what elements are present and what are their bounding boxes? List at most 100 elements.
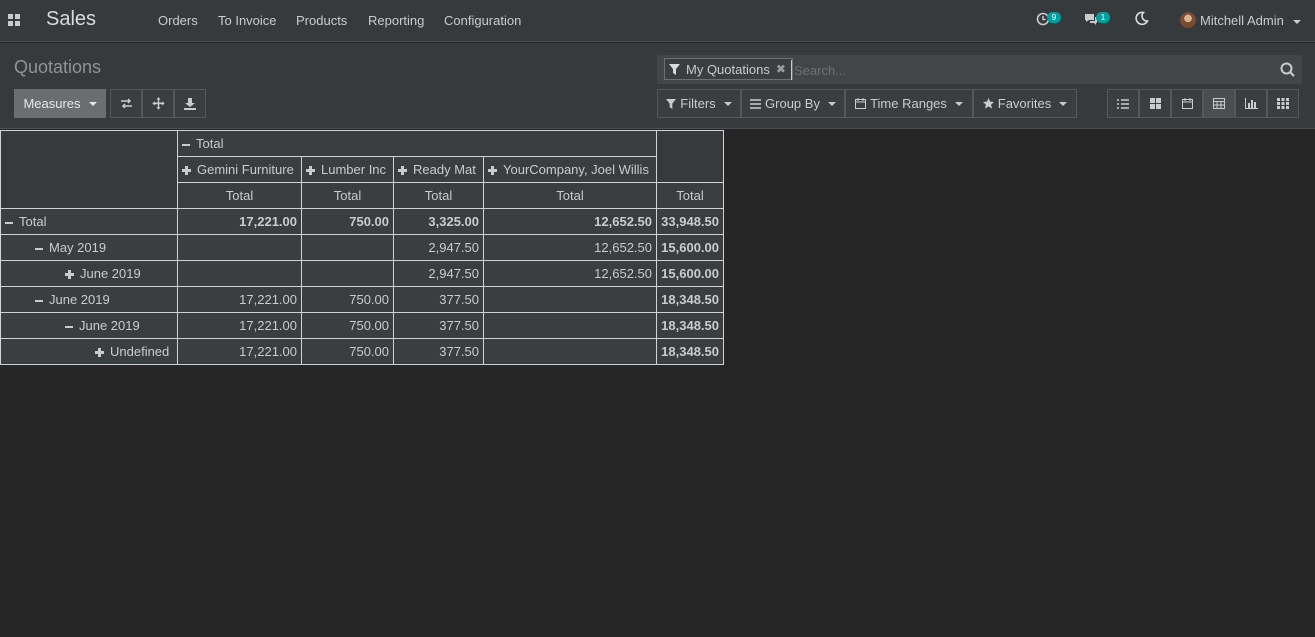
expand-icon — [398, 166, 407, 176]
cell-value[interactable]: 377.50 — [393, 286, 484, 313]
col-header-total[interactable]: Total — [177, 130, 657, 157]
menu-to-invoice[interactable]: To Invoice — [218, 13, 277, 28]
user-avatar[interactable] — [1180, 12, 1196, 28]
chevron-down-icon — [1059, 101, 1068, 106]
user-menu[interactable]: Mitchell Admin — [1200, 13, 1302, 28]
cell-value[interactable] — [301, 234, 394, 261]
flip-axis-button[interactable] — [110, 89, 142, 118]
cell-value[interactable] — [301, 260, 394, 287]
favorites-button[interactable]: Favorites — [973, 89, 1077, 118]
page-title: Quotations — [14, 57, 102, 77]
cell-value[interactable]: 12,652.50 — [483, 260, 657, 287]
menu-configuration[interactable]: Configuration — [444, 13, 521, 28]
cell-value[interactable]: 3,325.00 — [393, 208, 484, 235]
grid-icon — [1277, 98, 1289, 109]
cell-value[interactable]: 377.50 — [393, 338, 484, 365]
calendar-icon — [855, 98, 867, 109]
time-ranges-label: Time Ranges — [870, 96, 947, 111]
cell-row-total[interactable]: 15,600.00 — [656, 234, 724, 261]
filters-label: Filters — [680, 96, 716, 111]
cell-value[interactable] — [177, 260, 302, 287]
download-button[interactable] — [174, 89, 206, 118]
row-header-total[interactable]: Total — [0, 208, 178, 235]
cell-value[interactable] — [483, 286, 657, 313]
apps-menu-icon[interactable] — [8, 14, 20, 26]
dark-mode-moon-icon[interactable] — [1134, 11, 1149, 29]
row-header-may-2019[interactable]: May 2019 — [0, 234, 178, 261]
cell-row-total[interactable]: 15,600.00 — [656, 260, 724, 287]
row-header-label: June 2019 — [80, 266, 141, 281]
chevron-down-icon — [88, 101, 97, 106]
col-header-gemini-furniture[interactable]: Gemini Furniture — [177, 156, 302, 183]
collapse-icon — [182, 143, 190, 146]
measure-header[interactable]: Total — [301, 182, 394, 209]
list-view-button[interactable] — [1107, 89, 1139, 118]
control-panel: Quotations My Quotations ✖ Measures Filt… — [0, 43, 1315, 129]
row-header-label: June 2019 — [79, 318, 140, 333]
col-header-lumber-inc[interactable]: Lumber Inc — [301, 156, 394, 183]
search-icon[interactable] — [1280, 62, 1295, 80]
cell-value[interactable]: 17,221.00 — [177, 286, 302, 313]
menu-reporting[interactable]: Reporting — [368, 13, 424, 28]
search-input[interactable] — [791, 60, 1271, 80]
cell-value[interactable]: 750.00 — [301, 208, 394, 235]
measures-button[interactable]: Measures — [14, 89, 106, 118]
cell-value[interactable]: 2,947.50 — [393, 234, 484, 261]
cell-value[interactable] — [483, 312, 657, 339]
cell-value[interactable]: 377.50 — [393, 312, 484, 339]
cell-row-total[interactable]: 18,348.50 — [656, 286, 724, 313]
row-header-june-2019[interactable]: June 2019 — [0, 286, 178, 313]
calendar-icon — [1181, 98, 1193, 109]
pivot-corner — [0, 130, 178, 209]
cell-value[interactable] — [483, 338, 657, 365]
bar-chart-icon — [1244, 98, 1258, 109]
pivot-corner-right — [656, 130, 724, 183]
expand-icon — [65, 270, 74, 280]
time-ranges-button[interactable]: Time Ranges — [845, 89, 973, 118]
cell-value[interactable]: 17,221.00 — [177, 338, 302, 365]
pivot-view-button[interactable] — [1203, 89, 1235, 118]
cell-value[interactable]: 2,947.50 — [393, 260, 484, 287]
cohort-view-button[interactable] — [1267, 89, 1299, 118]
measure-header[interactable]: Total — [393, 182, 484, 209]
row-header-june-2019[interactable]: June 2019 — [0, 260, 178, 287]
group-by-button[interactable]: Group By — [741, 89, 845, 118]
menu-products[interactable]: Products — [296, 13, 347, 28]
chevron-down-icon — [827, 101, 836, 106]
col-header-ready-mat[interactable]: Ready Mat — [393, 156, 484, 183]
row-header-june-2019[interactable]: June 2019 — [0, 312, 178, 339]
menu-orders[interactable]: Orders — [158, 13, 198, 28]
search-facet[interactable]: My Quotations ✖ — [664, 58, 793, 80]
cell-value[interactable]: 750.00 — [301, 338, 394, 365]
cell-row-total[interactable]: 33,948.50 — [656, 208, 724, 235]
cell-value[interactable]: 12,652.50 — [483, 208, 657, 235]
filters-button[interactable]: Filters — [657, 89, 741, 118]
kanban-icon — [1149, 98, 1161, 109]
row-header-undefined[interactable]: Undefined — [0, 338, 178, 365]
row-header-label: June 2019 — [49, 292, 110, 307]
cell-value[interactable]: 17,221.00 — [177, 208, 302, 235]
collapse-icon — [5, 221, 13, 224]
cell-row-total[interactable]: 18,348.50 — [656, 312, 724, 339]
col-header-label: Lumber Inc — [321, 162, 387, 177]
remove-facet-icon[interactable]: ✖ — [776, 62, 786, 76]
cell-value[interactable]: 750.00 — [301, 312, 394, 339]
expand-all-button[interactable] — [142, 89, 174, 118]
calendar-view-button[interactable] — [1171, 89, 1203, 118]
cell-value[interactable] — [177, 234, 302, 261]
filter-icon — [666, 98, 677, 109]
cell-value[interactable]: 12,652.50 — [483, 234, 657, 261]
graph-view-button[interactable] — [1235, 89, 1267, 118]
cell-value[interactable]: 17,221.00 — [177, 312, 302, 339]
col-header-yourcompany[interactable]: YourCompany, Joel Willis — [483, 156, 657, 183]
kanban-view-button[interactable] — [1139, 89, 1171, 118]
cell-row-total[interactable]: 18,348.50 — [656, 338, 724, 365]
filter-icon — [669, 63, 680, 75]
measure-header[interactable]: Total — [177, 182, 302, 209]
measure-header[interactable]: Total — [483, 182, 657, 209]
app-name[interactable]: Sales — [46, 8, 96, 31]
search-bar: My Quotations ✖ — [657, 55, 1302, 84]
messages-count-badge: 1 — [1096, 12, 1110, 23]
cell-value[interactable]: 750.00 — [301, 286, 394, 313]
measure-header[interactable]: Total — [656, 182, 724, 209]
